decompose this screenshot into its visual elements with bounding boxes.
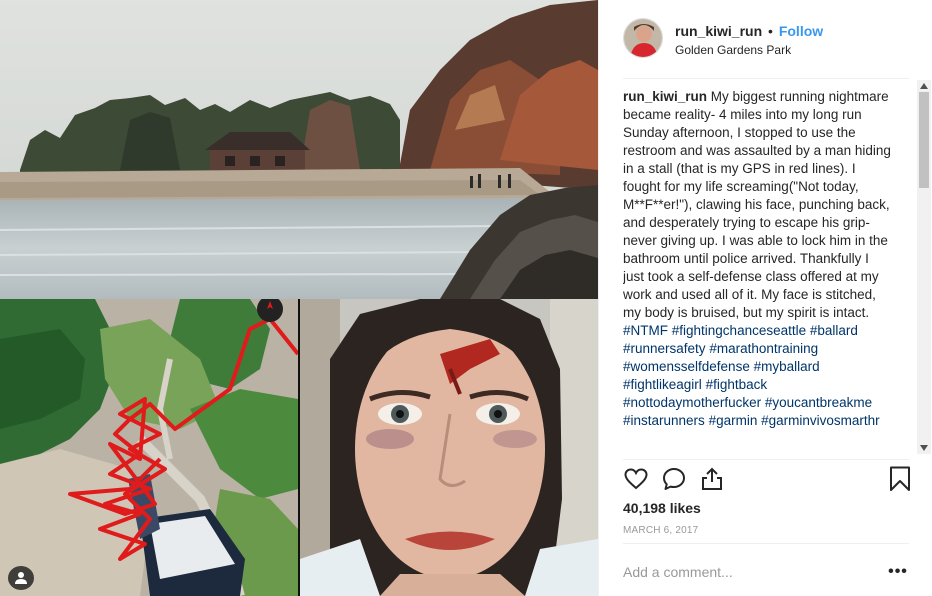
separator-dot: • — [768, 23, 773, 39]
caption-text: My biggest running nightmare became real… — [623, 89, 891, 320]
hashtag[interactable]: #youcantbreakme — [765, 395, 872, 410]
caption-username[interactable]: run_kiwi_run — [623, 89, 707, 104]
post-media[interactable] — [0, 0, 598, 596]
save-button[interactable] — [887, 466, 913, 492]
person-tag-icon — [15, 572, 27, 584]
divider — [623, 459, 909, 460]
bookmark-icon — [890, 466, 910, 491]
comment-button[interactable] — [661, 466, 687, 492]
hashtag[interactable]: #ballard — [810, 323, 858, 338]
heart-icon — [624, 468, 648, 490]
hashtag[interactable]: #runnersafety — [623, 341, 706, 356]
comment-input[interactable] — [623, 562, 863, 582]
tag-users-button[interactable] — [8, 566, 34, 590]
share-button[interactable] — [699, 466, 725, 492]
share-icon — [702, 467, 722, 490]
more-options-button[interactable]: ••• — [885, 562, 911, 582]
hashtag[interactable]: #myballard — [754, 359, 820, 374]
scroll-up-arrow-icon[interactable] — [917, 80, 931, 92]
like-count[interactable]: 40,198 likes — [623, 500, 701, 516]
hashtag[interactable]: #fightback — [706, 377, 768, 392]
hashtag[interactable]: #garminvivosmarthr — [761, 413, 880, 428]
divider — [623, 78, 909, 79]
injury-selfie-photo — [300, 299, 598, 596]
caption-scrollbar[interactable] — [917, 80, 931, 454]
hashtag[interactable]: #marathontraining — [709, 341, 818, 356]
like-button[interactable] — [623, 466, 649, 492]
hashtag[interactable]: #womensselfdefense — [623, 359, 750, 374]
avatar[interactable] — [623, 18, 663, 58]
hashtag[interactable]: #garmin — [709, 413, 758, 428]
gps-map-photo — [0, 299, 298, 596]
beach-photo — [0, 0, 598, 299]
action-bar — [623, 466, 913, 492]
hashtag[interactable]: #fightingchanceseattle — [672, 323, 806, 338]
hashtag[interactable]: #fightlikeagirl — [623, 377, 702, 392]
hashtag[interactable]: #nottodaymotherfucker — [623, 395, 761, 410]
location-link[interactable]: Golden Gardens Park — [675, 42, 913, 58]
post-header: run_kiwi_run • Follow Golden Gardens Par… — [623, 18, 913, 62]
username-link[interactable]: run_kiwi_run — [675, 23, 762, 39]
follow-button[interactable]: Follow — [779, 23, 823, 39]
hashtag[interactable]: #NTMF — [623, 323, 668, 338]
caption: run_kiwi_run My biggest running nightmar… — [623, 88, 893, 430]
divider — [623, 543, 909, 544]
speech-bubble-icon — [663, 468, 685, 490]
hashtag[interactable]: #instarunners — [623, 413, 705, 428]
scrollbar-thumb[interactable] — [919, 92, 929, 188]
caption-area: run_kiwi_run My biggest running nightmar… — [623, 88, 919, 454]
post-side-panel: run_kiwi_run • Follow Golden Gardens Par… — [598, 0, 932, 596]
post-date[interactable]: MARCH 6, 2017 — [623, 525, 698, 536]
scroll-down-arrow-icon[interactable] — [917, 442, 931, 454]
